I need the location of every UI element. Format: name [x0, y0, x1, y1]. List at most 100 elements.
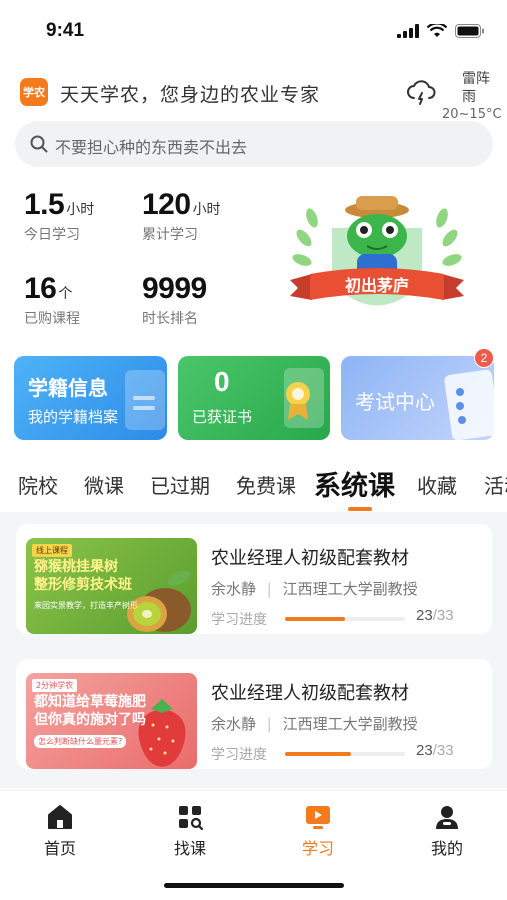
teacher-title: 江西理工大学副教授 — [282, 715, 418, 733]
stat-purchased[interactable]: 16 个 已购课程 — [24, 272, 80, 328]
progress-done: 23 — [416, 607, 433, 624]
stat-rank[interactable]: 9999 时长排名 — [142, 272, 209, 328]
tab-system-course[interactable]: 系统课 — [314, 464, 395, 503]
thumb-title-line: 猕猴桃挂果树 — [34, 559, 118, 575]
nav-study[interactable]: 学习 — [278, 803, 358, 859]
teacher-name: 余水静 — [211, 715, 257, 733]
home-indicator — [164, 883, 344, 888]
search-icon — [30, 135, 48, 153]
meta-divider: | — [266, 580, 272, 598]
stat-label: 累计学习 — [142, 227, 198, 243]
course-thumbnail: 线上课程 猕猴桃挂果树 整形修剪技术班 来园实景教学，打造丰产树形 — [26, 538, 197, 634]
document-icon — [125, 370, 165, 430]
progress-count: 23/33 — [416, 607, 454, 624]
card-title: 学籍信息 — [28, 376, 108, 400]
tab-school[interactable]: 院校 — [18, 470, 58, 499]
thumb-tag: 2分钟学农 — [32, 679, 78, 692]
student-record-card[interactable]: 学籍信息 我的学籍档案 — [14, 356, 167, 440]
meta-divider: | — [266, 715, 272, 733]
nav-label: 我的 — [430, 839, 463, 858]
teacher-name: 余水静 — [211, 580, 257, 598]
card-title: 考试中心 — [355, 390, 435, 414]
find-course-icon — [179, 806, 204, 831]
progress-total: /33 — [432, 742, 454, 759]
progress-label: 学习进度 — [211, 747, 267, 763]
thumb-title: 猕猴桃挂果树 整形修剪技术班 — [34, 558, 132, 594]
stat-today[interactable]: 1.5 小时 今日学习 — [24, 188, 94, 244]
profile-icon — [436, 806, 458, 829]
nav-label: 首页 — [43, 839, 76, 858]
signal-icon — [397, 24, 419, 38]
status-bar: 9:41 — [0, 0, 507, 62]
progress-label: 学习进度 — [211, 612, 267, 628]
course-thumbnail: 2分钟学农 都知道给草莓施肥 但你真的施对了吗 怎么判断缺什么量元素? — [26, 673, 197, 769]
badge-title: 初出茅庐 — [345, 276, 409, 295]
stat-unit: 小时 — [192, 202, 221, 218]
thumb-title-line: 但你真的施对了吗 — [34, 712, 146, 728]
progress-count: 23/33 — [416, 742, 454, 759]
frog-mascot-illustration: 初出茅庐 — [290, 196, 464, 306]
app-logo: 学农 — [20, 78, 48, 106]
quick-cards: 学籍信息 我的学籍档案 0 已获证书 考试中心 — [14, 356, 494, 440]
app-slogan: 天天学农，您身边的农业专家 — [60, 84, 321, 106]
tab-free-course[interactable]: 免费课 — [236, 470, 296, 499]
course-title: 农业经理人初级配套教材 — [211, 683, 409, 704]
card-subtitle: 已获证书 — [192, 408, 253, 426]
wifi-icon — [427, 24, 447, 37]
exam-notification-badge: 2 — [474, 348, 494, 368]
status-icons — [397, 24, 485, 38]
certificate-count: 0 — [214, 366, 230, 397]
battery-icon — [455, 24, 484, 38]
app-header: 学农 天天学农，您身边的农业专家 雷阵雨 20~15°C — [18, 70, 502, 122]
search-placeholder[interactable]: 不要担心种的东西卖不出去 — [55, 134, 247, 158]
exam-center-card[interactable]: 考试中心 — [341, 356, 494, 440]
stat-label: 今日学习 — [24, 227, 80, 243]
weather-widget[interactable]: 雷阵雨 20~15°C — [442, 70, 502, 124]
status-time: 9:41 — [46, 20, 85, 41]
course-card[interactable]: 2分钟学农 都知道给草莓施肥 但你真的施对了吗 怎么判断缺什么量元素? 农业经理… — [16, 659, 492, 769]
thumb-subtitle: 来园实景教学，打造丰产树形 — [34, 601, 138, 610]
progress-total: /33 — [432, 607, 454, 624]
active-tab-indicator — [348, 507, 372, 511]
nav-label: 学习 — [301, 839, 334, 858]
thumb-title-line: 整形修剪技术班 — [34, 577, 132, 593]
tab-favorites[interactable]: 收藏 — [417, 470, 457, 499]
nav-find-course[interactable]: 找课 — [150, 803, 230, 859]
thumb-title: 都知道给草莓施肥 但你真的施对了吗 — [34, 693, 146, 729]
thumb-tag: 线上课程 — [32, 544, 72, 557]
progress-fill — [285, 752, 351, 756]
nav-home[interactable]: 首页 — [20, 803, 100, 859]
certificate-card[interactable]: 0 已获证书 — [178, 356, 330, 440]
stat-label: 已购课程 — [24, 311, 80, 327]
tab-activity[interactable]: 活动 — [484, 470, 507, 499]
thumb-subtitle: 怎么判断缺什么量元素? — [34, 735, 127, 748]
stat-label: 时长排名 — [142, 311, 198, 327]
stat-value: 120 — [142, 188, 191, 221]
progress-done: 23 — [416, 742, 433, 759]
nav-profile[interactable]: 我的 — [407, 803, 487, 859]
study-icon — [306, 806, 330, 829]
progress-bar — [285, 617, 405, 621]
tab-expired[interactable]: 已过期 — [150, 470, 210, 499]
weather-condition: 雷阵雨 — [462, 71, 490, 105]
stat-value: 1.5 — [24, 188, 65, 221]
stat-unit: 小时 — [66, 202, 95, 218]
nav-label: 找课 — [173, 839, 206, 858]
certificate-medal-icon — [284, 368, 324, 428]
exam-sheet-icon — [444, 369, 494, 440]
level-badge[interactable]: 初出茅庐 — [282, 188, 472, 338]
tab-micro-course[interactable]: 微课 — [84, 470, 124, 499]
stat-unit: 个 — [58, 286, 73, 302]
teacher-title: 江西理工大学副教授 — [282, 580, 418, 598]
thunderstorm-cloud-icon — [407, 80, 436, 105]
thumb-title-line: 都知道给草莓施肥 — [34, 694, 146, 710]
stat-total[interactable]: 120 小时 累计学习 — [142, 188, 221, 244]
course-card[interactable]: 线上课程 猕猴桃挂果树 整形修剪技术班 来园实景教学，打造丰产树形 农业经理人初… — [16, 524, 492, 634]
home-icon — [48, 805, 72, 829]
study-stats: 1.5 小时 今日学习 120 小时 累计学习 16 个 已购课程 9999 时长排名 — [24, 188, 294, 348]
stat-value: 16 — [24, 272, 57, 305]
card-subtitle: 我的学籍档案 — [28, 408, 119, 426]
course-meta: 余水静 | 江西理工大学副教授 — [211, 578, 418, 599]
course-tabs: 院校 微课 已过期 免费课 系统课 收藏 活动 — [0, 462, 507, 512]
search-bar[interactable]: 不要担心种的东西卖不出去 — [15, 121, 493, 167]
